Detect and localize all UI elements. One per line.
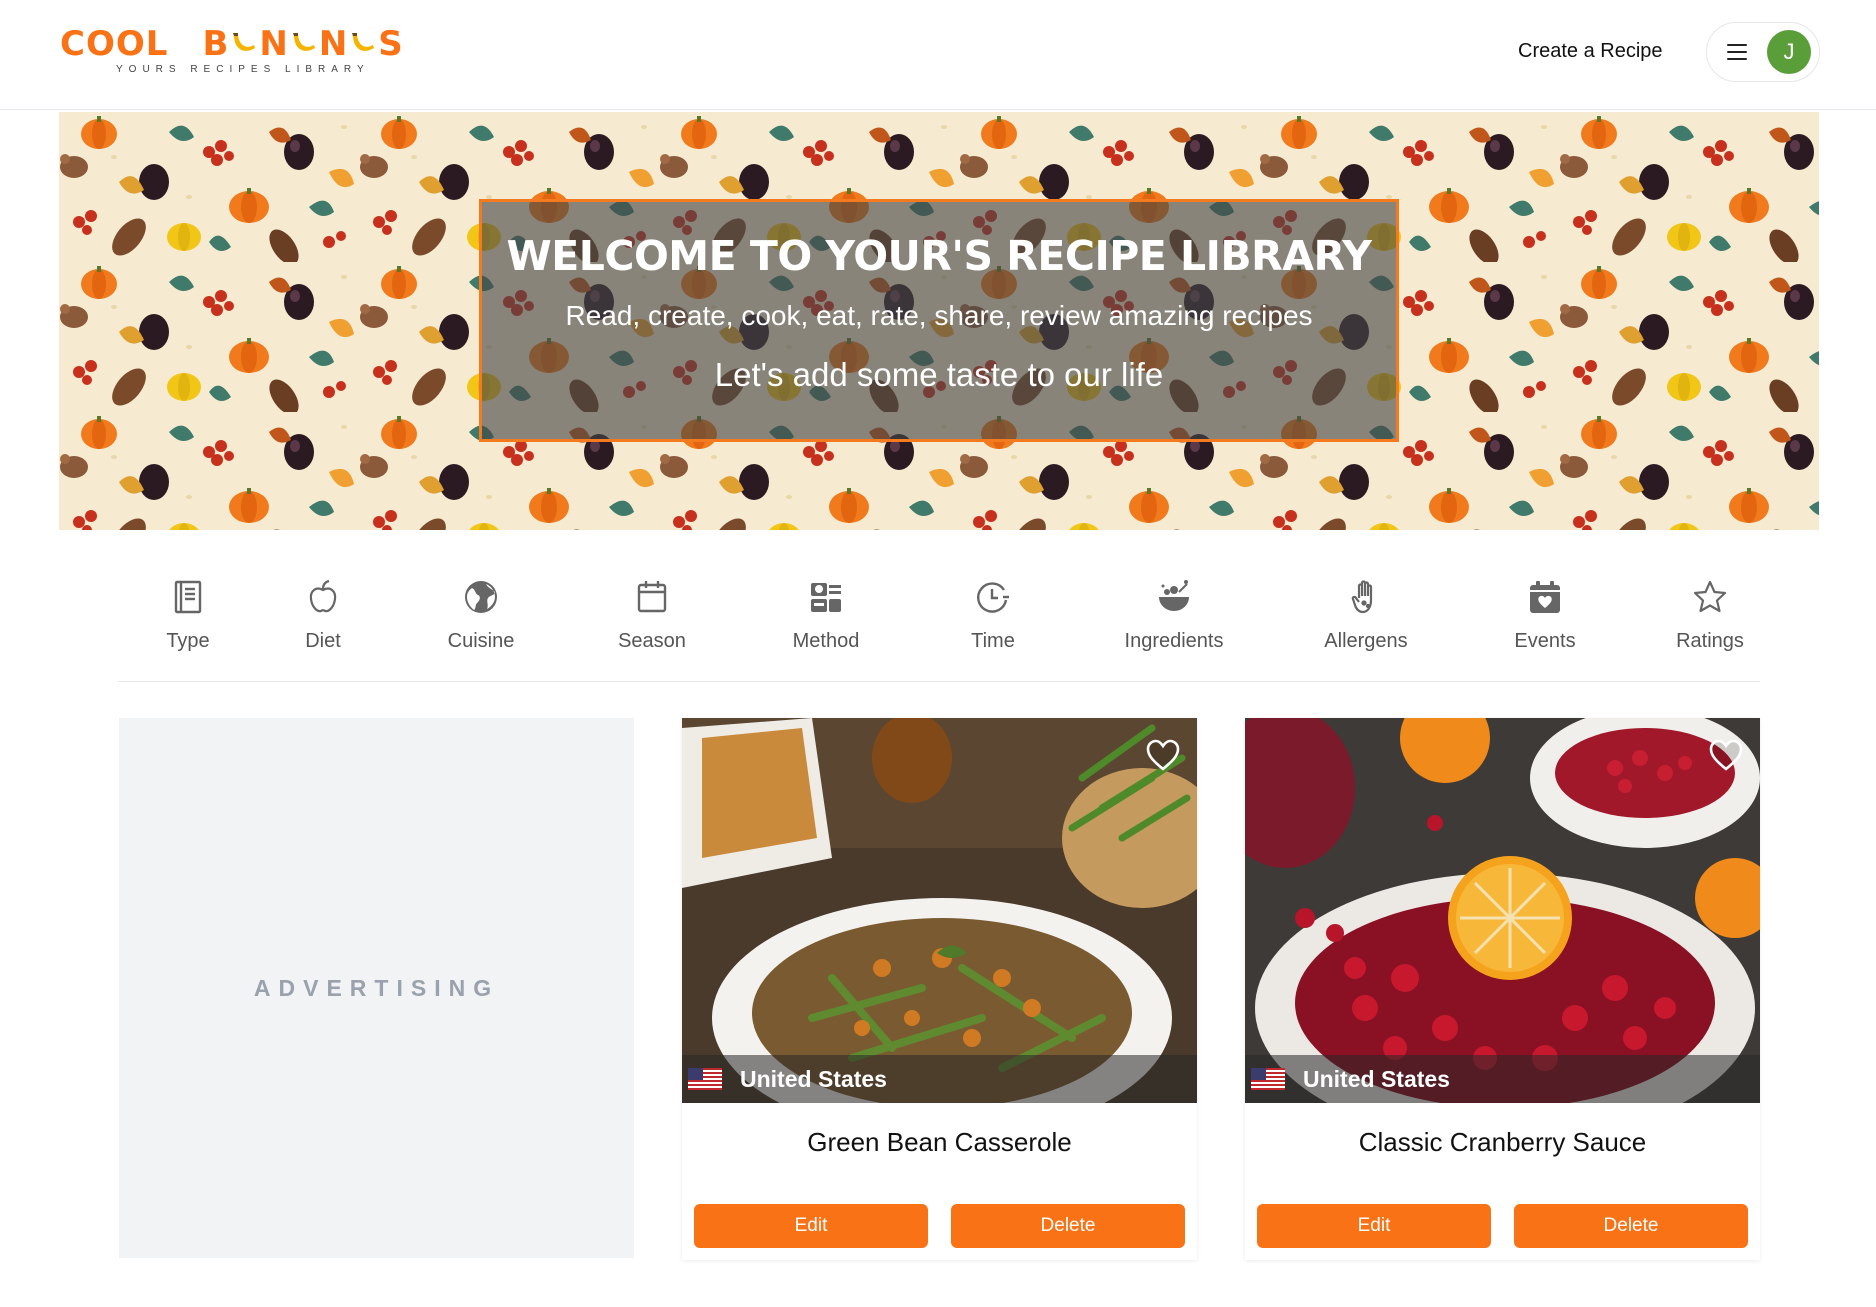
- calendar-heart-icon: [1530, 581, 1560, 613]
- hero-banner: WELCOME TO YOUR'S RECIPE LIBRARY Read, c…: [59, 112, 1819, 530]
- edit-button[interactable]: Edit: [1257, 1204, 1491, 1248]
- recipe-title[interactable]: Classic Cranberry Sauce: [1245, 1127, 1760, 1158]
- recipe-card[interactable]: United States Classic Cranberry Sauce Ed…: [1245, 718, 1760, 1260]
- country-name: United States: [740, 1065, 887, 1092]
- globe-icon: [465, 581, 497, 613]
- document-icon: [174, 580, 202, 614]
- category-ratings[interactable]: Ratings: [1640, 570, 1780, 653]
- category-ingredients[interactable]: Ingredients: [1104, 570, 1244, 653]
- apple-icon: [309, 579, 337, 613]
- category-time[interactable]: Time: [923, 570, 1063, 653]
- calendar-icon: [637, 581, 667, 613]
- country-name: United States: [1303, 1065, 1450, 1092]
- category-filter-bar: Type Diet Cuisine Season Method Time Ing…: [118, 570, 1760, 682]
- delete-button[interactable]: Delete: [1514, 1204, 1748, 1248]
- hero-title: WELCOME TO YOUR'S RECIPE LIBRARY: [506, 232, 1372, 280]
- top-header: COOL B N N S YOURS RECIPES LIBRARY Creat…: [0, 0, 1876, 110]
- hero-tagline: Let's add some taste to our life: [714, 356, 1164, 393]
- cranberry-sauce-photo: [1245, 718, 1760, 1103]
- hero-text-box: WELCOME TO YOUR'S RECIPE LIBRARY Read, c…: [479, 199, 1399, 442]
- category-cuisine[interactable]: Cuisine: [411, 570, 551, 653]
- green-bean-casserole-photo: [682, 718, 1197, 1103]
- favorite-heart-icon[interactable]: [1708, 738, 1744, 772]
- recipe-image[interactable]: United States: [1245, 718, 1760, 1103]
- star-icon: [1693, 580, 1727, 613]
- edit-button[interactable]: Edit: [694, 1204, 928, 1248]
- us-flag-icon: [1251, 1068, 1285, 1090]
- country-badge: United States: [682, 1055, 1197, 1103]
- recipe-image[interactable]: United States: [682, 718, 1197, 1103]
- user-menu-button[interactable]: J: [1706, 22, 1820, 82]
- advertising-label: ADVERTISING: [253, 974, 500, 1001]
- create-recipe-link[interactable]: Create a Recipe: [1518, 40, 1663, 63]
- banana-icon: [292, 33, 315, 51]
- recipe-title[interactable]: Green Bean Casserole: [682, 1127, 1197, 1158]
- logo-tagline: YOURS RECIPES LIBRARY: [116, 64, 370, 75]
- logo-word-cool: COOL: [60, 24, 169, 64]
- method-icon: [811, 583, 841, 612]
- hero-subtitle: Read, create, cook, eat, rate, share, re…: [565, 300, 1313, 331]
- country-badge: United States: [1245, 1055, 1760, 1103]
- category-method[interactable]: Method: [756, 570, 896, 653]
- avatar: J: [1767, 30, 1811, 74]
- banana-icon: [352, 33, 375, 51]
- site-logo[interactable]: COOL B N N S YOURS RECIPES LIBRARY: [60, 22, 404, 75]
- category-allergens[interactable]: Allergens: [1296, 570, 1436, 653]
- clock-icon: [977, 582, 1009, 613]
- category-diet[interactable]: Diet: [253, 570, 393, 653]
- delete-button[interactable]: Delete: [951, 1204, 1185, 1248]
- logo-word-bananas: B N N S: [202, 24, 404, 64]
- favorite-heart-icon[interactable]: [1145, 738, 1181, 772]
- recipe-card[interactable]: United States Green Bean Casserole Edit …: [682, 718, 1197, 1260]
- category-events[interactable]: Events: [1475, 570, 1615, 653]
- advertising-block[interactable]: ADVERTISING: [119, 718, 634, 1258]
- category-type[interactable]: Type: [118, 570, 258, 653]
- hamburger-menu-icon: [1727, 44, 1747, 60]
- us-flag-icon: [688, 1068, 722, 1090]
- category-season[interactable]: Season: [582, 570, 722, 653]
- bowl-icon: [1159, 580, 1189, 611]
- hand-icon: [1351, 580, 1373, 614]
- banana-icon: [233, 33, 256, 51]
